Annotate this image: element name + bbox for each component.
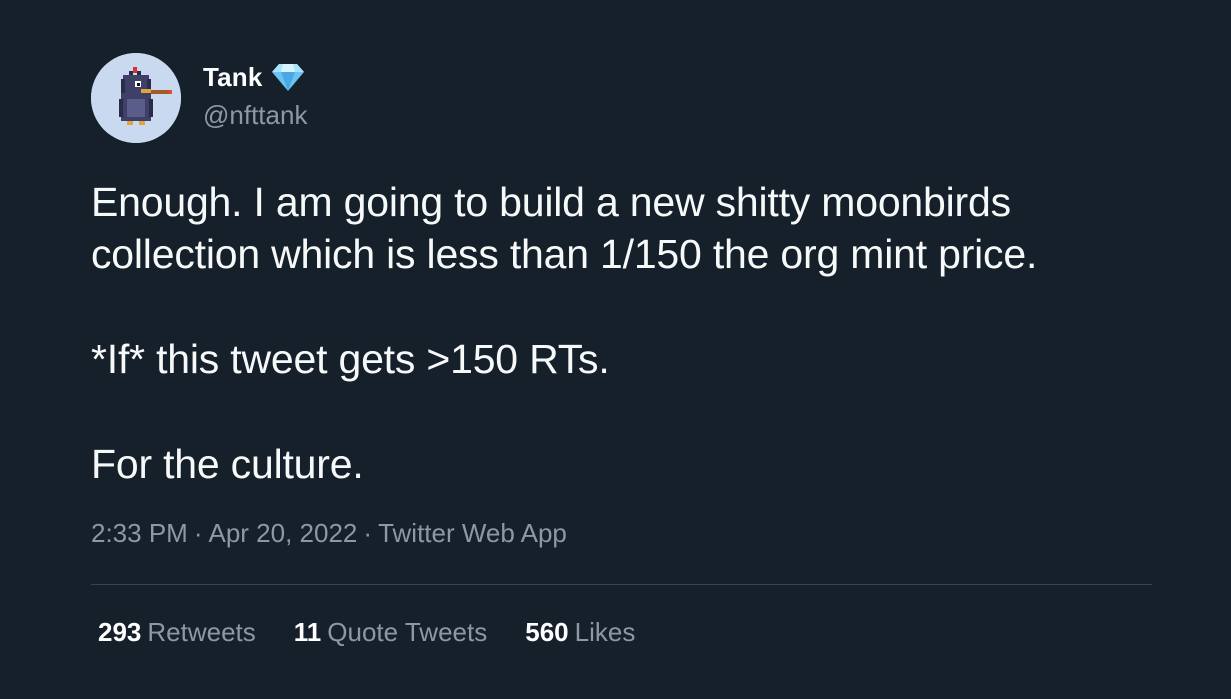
tweet-paragraph: For the culture.: [91, 441, 364, 487]
tweet-time[interactable]: 2:33 PM: [91, 518, 188, 548]
diamond-icon: [271, 64, 304, 91]
tweet-meta: 2:33 PM · Apr 20, 2022 · Twitter Web App: [91, 518, 567, 549]
meta-separator: ·: [363, 518, 373, 548]
tweet-date[interactable]: Apr 20, 2022: [209, 518, 358, 548]
pixel-bird-avatar-icon: [91, 53, 181, 143]
quote-tweets-stat[interactable]: 11 Quote Tweets: [294, 617, 487, 648]
likes-stat[interactable]: 560 Likes: [525, 617, 635, 648]
display-name[interactable]: Tank: [203, 62, 263, 93]
display-name-row: Tank: [203, 60, 307, 94]
likes-label: Likes: [574, 617, 636, 647]
tweet-body: Enough. I am going to build a new shitty…: [91, 176, 1171, 490]
quote-tweets-count: 11: [293, 617, 322, 647]
retweets-count: 293: [98, 617, 142, 647]
user-handle[interactable]: @nfttank: [203, 100, 307, 131]
retweets-label: Retweets: [147, 617, 256, 647]
tweet-paragraph: *If* this tweet gets >150 RTs.: [91, 336, 610, 382]
tweet-source[interactable]: Twitter Web App: [378, 518, 567, 548]
likes-count: 560: [525, 617, 569, 647]
avatar[interactable]: [91, 53, 181, 143]
tweet-paragraph: Enough. I am going to build a new shitty…: [91, 179, 1038, 277]
retweets-stat[interactable]: 293 Retweets: [98, 617, 256, 648]
quote-tweets-label: Quote Tweets: [327, 617, 488, 647]
meta-separator: ·: [193, 518, 203, 548]
divider: [91, 584, 1152, 585]
author-block: Tank @nfttank: [203, 60, 307, 131]
tweet-card: Tank @nfttank Enough. I am going to buil…: [0, 0, 1231, 699]
engagement-stats: 293 Retweets 11 Quote Tweets 560 Likes: [98, 617, 673, 648]
